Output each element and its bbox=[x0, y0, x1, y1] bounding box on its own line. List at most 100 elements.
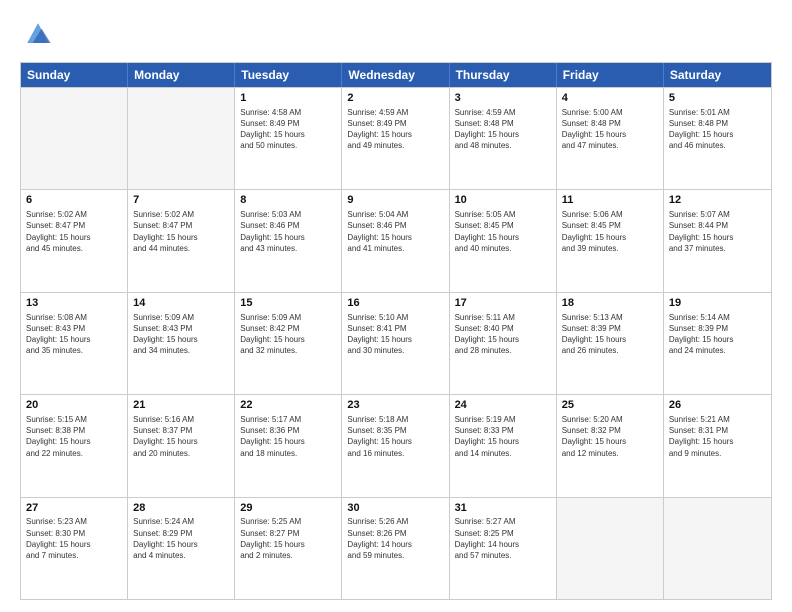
day-number: 28 bbox=[133, 501, 229, 516]
day-number: 8 bbox=[240, 193, 336, 208]
cell-info: Sunrise: 5:16 AM Sunset: 8:37 PM Dayligh… bbox=[133, 414, 229, 459]
day-number: 9 bbox=[347, 193, 443, 208]
day-number: 27 bbox=[26, 501, 122, 516]
page: SundayMondayTuesdayWednesdayThursdayFrid… bbox=[0, 0, 792, 612]
cal-cell: 8Sunrise: 5:03 AM Sunset: 8:46 PM Daylig… bbox=[235, 190, 342, 291]
cell-info: Sunrise: 5:09 AM Sunset: 8:42 PM Dayligh… bbox=[240, 312, 336, 357]
day-number: 26 bbox=[669, 398, 766, 413]
cal-cell: 11Sunrise: 5:06 AM Sunset: 8:45 PM Dayli… bbox=[557, 190, 664, 291]
cell-info: Sunrise: 5:20 AM Sunset: 8:32 PM Dayligh… bbox=[562, 414, 658, 459]
header-cell-friday: Friday bbox=[557, 63, 664, 87]
cell-info: Sunrise: 5:17 AM Sunset: 8:36 PM Dayligh… bbox=[240, 414, 336, 459]
cal-cell: 17Sunrise: 5:11 AM Sunset: 8:40 PM Dayli… bbox=[450, 293, 557, 394]
cal-cell: 23Sunrise: 5:18 AM Sunset: 8:35 PM Dayli… bbox=[342, 395, 449, 496]
cal-cell: 3Sunrise: 4:59 AM Sunset: 8:48 PM Daylig… bbox=[450, 88, 557, 189]
day-number: 17 bbox=[455, 296, 551, 311]
day-number: 13 bbox=[26, 296, 122, 311]
cell-info: Sunrise: 5:13 AM Sunset: 8:39 PM Dayligh… bbox=[562, 312, 658, 357]
cell-info: Sunrise: 4:59 AM Sunset: 8:49 PM Dayligh… bbox=[347, 107, 443, 152]
cell-info: Sunrise: 5:06 AM Sunset: 8:45 PM Dayligh… bbox=[562, 209, 658, 254]
day-number: 19 bbox=[669, 296, 766, 311]
day-number: 4 bbox=[562, 91, 658, 106]
day-number: 15 bbox=[240, 296, 336, 311]
cal-cell: 6Sunrise: 5:02 AM Sunset: 8:47 PM Daylig… bbox=[21, 190, 128, 291]
day-number: 31 bbox=[455, 501, 551, 516]
cal-cell: 21Sunrise: 5:16 AM Sunset: 8:37 PM Dayli… bbox=[128, 395, 235, 496]
header-cell-monday: Monday bbox=[128, 63, 235, 87]
cal-cell: 1Sunrise: 4:58 AM Sunset: 8:49 PM Daylig… bbox=[235, 88, 342, 189]
cell-info: Sunrise: 5:00 AM Sunset: 8:48 PM Dayligh… bbox=[562, 107, 658, 152]
day-number: 5 bbox=[669, 91, 766, 106]
cell-info: Sunrise: 5:15 AM Sunset: 8:38 PM Dayligh… bbox=[26, 414, 122, 459]
cal-cell: 22Sunrise: 5:17 AM Sunset: 8:36 PM Dayli… bbox=[235, 395, 342, 496]
cal-cell: 14Sunrise: 5:09 AM Sunset: 8:43 PM Dayli… bbox=[128, 293, 235, 394]
day-number: 18 bbox=[562, 296, 658, 311]
cal-cell: 12Sunrise: 5:07 AM Sunset: 8:44 PM Dayli… bbox=[664, 190, 771, 291]
calendar-header: SundayMondayTuesdayWednesdayThursdayFrid… bbox=[21, 63, 771, 87]
day-number: 3 bbox=[455, 91, 551, 106]
day-number: 1 bbox=[240, 91, 336, 106]
header-cell-thursday: Thursday bbox=[450, 63, 557, 87]
cal-cell bbox=[557, 498, 664, 599]
week-row-3: 13Sunrise: 5:08 AM Sunset: 8:43 PM Dayli… bbox=[21, 292, 771, 394]
cal-cell: 9Sunrise: 5:04 AM Sunset: 8:46 PM Daylig… bbox=[342, 190, 449, 291]
cell-info: Sunrise: 5:23 AM Sunset: 8:30 PM Dayligh… bbox=[26, 516, 122, 561]
cal-cell bbox=[664, 498, 771, 599]
cell-info: Sunrise: 5:08 AM Sunset: 8:43 PM Dayligh… bbox=[26, 312, 122, 357]
cal-cell bbox=[128, 88, 235, 189]
week-row-2: 6Sunrise: 5:02 AM Sunset: 8:47 PM Daylig… bbox=[21, 189, 771, 291]
cal-cell: 2Sunrise: 4:59 AM Sunset: 8:49 PM Daylig… bbox=[342, 88, 449, 189]
cal-cell: 10Sunrise: 5:05 AM Sunset: 8:45 PM Dayli… bbox=[450, 190, 557, 291]
cell-info: Sunrise: 5:26 AM Sunset: 8:26 PM Dayligh… bbox=[347, 516, 443, 561]
cal-cell: 18Sunrise: 5:13 AM Sunset: 8:39 PM Dayli… bbox=[557, 293, 664, 394]
day-number: 29 bbox=[240, 501, 336, 516]
day-number: 11 bbox=[562, 193, 658, 208]
cell-info: Sunrise: 5:19 AM Sunset: 8:33 PM Dayligh… bbox=[455, 414, 551, 459]
cell-info: Sunrise: 5:14 AM Sunset: 8:39 PM Dayligh… bbox=[669, 312, 766, 357]
day-number: 14 bbox=[133, 296, 229, 311]
week-row-1: 1Sunrise: 4:58 AM Sunset: 8:49 PM Daylig… bbox=[21, 87, 771, 189]
cal-cell: 4Sunrise: 5:00 AM Sunset: 8:48 PM Daylig… bbox=[557, 88, 664, 189]
cal-cell: 28Sunrise: 5:24 AM Sunset: 8:29 PM Dayli… bbox=[128, 498, 235, 599]
cal-cell: 16Sunrise: 5:10 AM Sunset: 8:41 PM Dayli… bbox=[342, 293, 449, 394]
cell-info: Sunrise: 5:02 AM Sunset: 8:47 PM Dayligh… bbox=[26, 209, 122, 254]
cell-info: Sunrise: 5:03 AM Sunset: 8:46 PM Dayligh… bbox=[240, 209, 336, 254]
day-number: 12 bbox=[669, 193, 766, 208]
cal-cell: 5Sunrise: 5:01 AM Sunset: 8:48 PM Daylig… bbox=[664, 88, 771, 189]
cell-info: Sunrise: 5:10 AM Sunset: 8:41 PM Dayligh… bbox=[347, 312, 443, 357]
cal-cell: 25Sunrise: 5:20 AM Sunset: 8:32 PM Dayli… bbox=[557, 395, 664, 496]
logo-icon bbox=[20, 16, 56, 52]
day-number: 7 bbox=[133, 193, 229, 208]
cell-info: Sunrise: 5:25 AM Sunset: 8:27 PM Dayligh… bbox=[240, 516, 336, 561]
day-number: 20 bbox=[26, 398, 122, 413]
day-number: 6 bbox=[26, 193, 122, 208]
cal-cell: 19Sunrise: 5:14 AM Sunset: 8:39 PM Dayli… bbox=[664, 293, 771, 394]
cell-info: Sunrise: 5:21 AM Sunset: 8:31 PM Dayligh… bbox=[669, 414, 766, 459]
cal-cell: 7Sunrise: 5:02 AM Sunset: 8:47 PM Daylig… bbox=[128, 190, 235, 291]
header-cell-sunday: Sunday bbox=[21, 63, 128, 87]
day-number: 21 bbox=[133, 398, 229, 413]
day-number: 24 bbox=[455, 398, 551, 413]
day-number: 30 bbox=[347, 501, 443, 516]
header bbox=[20, 16, 772, 52]
cell-info: Sunrise: 5:18 AM Sunset: 8:35 PM Dayligh… bbox=[347, 414, 443, 459]
cell-info: Sunrise: 4:58 AM Sunset: 8:49 PM Dayligh… bbox=[240, 107, 336, 152]
calendar-body: 1Sunrise: 4:58 AM Sunset: 8:49 PM Daylig… bbox=[21, 87, 771, 599]
cal-cell: 26Sunrise: 5:21 AM Sunset: 8:31 PM Dayli… bbox=[664, 395, 771, 496]
day-number: 25 bbox=[562, 398, 658, 413]
cal-cell: 13Sunrise: 5:08 AM Sunset: 8:43 PM Dayli… bbox=[21, 293, 128, 394]
cal-cell bbox=[21, 88, 128, 189]
cell-info: Sunrise: 5:01 AM Sunset: 8:48 PM Dayligh… bbox=[669, 107, 766, 152]
cal-cell: 31Sunrise: 5:27 AM Sunset: 8:25 PM Dayli… bbox=[450, 498, 557, 599]
cell-info: Sunrise: 5:09 AM Sunset: 8:43 PM Dayligh… bbox=[133, 312, 229, 357]
cal-cell: 30Sunrise: 5:26 AM Sunset: 8:26 PM Dayli… bbox=[342, 498, 449, 599]
week-row-4: 20Sunrise: 5:15 AM Sunset: 8:38 PM Dayli… bbox=[21, 394, 771, 496]
header-cell-saturday: Saturday bbox=[664, 63, 771, 87]
day-number: 10 bbox=[455, 193, 551, 208]
cal-cell: 27Sunrise: 5:23 AM Sunset: 8:30 PM Dayli… bbox=[21, 498, 128, 599]
cell-info: Sunrise: 5:11 AM Sunset: 8:40 PM Dayligh… bbox=[455, 312, 551, 357]
day-number: 16 bbox=[347, 296, 443, 311]
cell-info: Sunrise: 5:05 AM Sunset: 8:45 PM Dayligh… bbox=[455, 209, 551, 254]
week-row-5: 27Sunrise: 5:23 AM Sunset: 8:30 PM Dayli… bbox=[21, 497, 771, 599]
cell-info: Sunrise: 5:02 AM Sunset: 8:47 PM Dayligh… bbox=[133, 209, 229, 254]
